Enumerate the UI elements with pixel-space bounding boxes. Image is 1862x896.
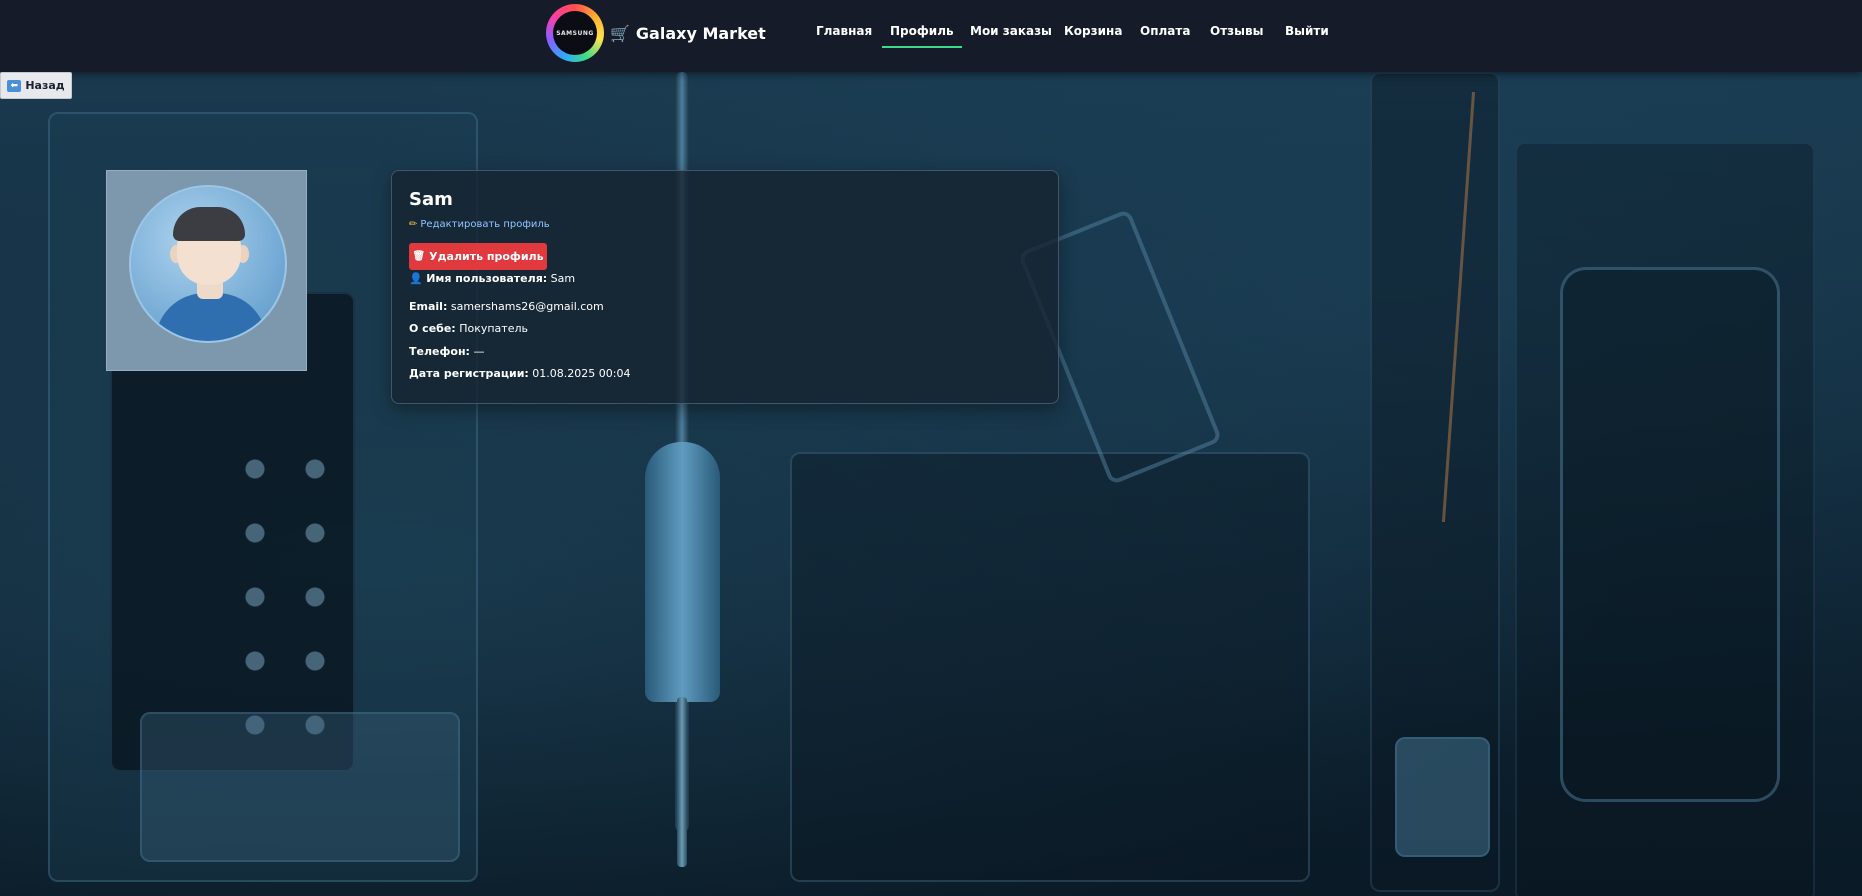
edit-profile-label: Редактировать профиль bbox=[420, 219, 550, 230]
user-icon: 👤 bbox=[409, 272, 423, 285]
about-value: Покупатель bbox=[459, 322, 528, 335]
pencil-icon: ✏ bbox=[409, 219, 418, 230]
profile-card: Sam ✏ Редактировать профиль 🗑 Удалить пр… bbox=[391, 170, 1059, 404]
trash-icon: 🗑 bbox=[412, 251, 426, 262]
top-navbar: SAMSUNG 🛒 Galaxy Market Главная Профиль … bbox=[0, 0, 1862, 72]
nav-item-payment[interactable]: Оплата bbox=[1140, 24, 1190, 38]
samsung-logo[interactable]: SAMSUNG bbox=[546, 4, 604, 62]
brand[interactable]: 🛒 Galaxy Market bbox=[610, 21, 766, 45]
delete-profile-label: Удалить профиль bbox=[429, 250, 544, 263]
avatar-hair bbox=[173, 207, 245, 241]
nav-item-profile[interactable]: Профиль bbox=[882, 24, 962, 48]
user-avatar-icon bbox=[129, 185, 287, 343]
cart-icon: 🛒 bbox=[610, 23, 630, 43]
bg-shape bbox=[790, 452, 1310, 882]
brand-name: Galaxy Market bbox=[635, 23, 766, 43]
delete-profile-button[interactable]: 🗑 Удалить профиль bbox=[409, 243, 547, 270]
nav-item-cart[interactable]: Корзина bbox=[1064, 24, 1122, 38]
nav-item-logout[interactable]: Выйти bbox=[1285, 24, 1329, 38]
bg-shape bbox=[645, 442, 720, 702]
back-button[interactable]: ⬅ Назад bbox=[0, 72, 72, 99]
phone-value: — bbox=[473, 345, 485, 358]
edit-profile-link[interactable]: ✏ Редактировать профиль bbox=[409, 219, 550, 230]
phone-row: Телефон: — bbox=[409, 345, 484, 358]
about-label: О себе: bbox=[409, 322, 456, 335]
email-label: Email: bbox=[409, 300, 448, 313]
email-row: Email: samershams26@gmail.com bbox=[409, 300, 604, 313]
bg-shape bbox=[1395, 737, 1490, 857]
bg-shape bbox=[1560, 267, 1780, 802]
username-label: Имя пользователя: bbox=[426, 272, 548, 285]
profile-name: Sam bbox=[409, 189, 453, 210]
back-arrow-icon: ⬅ bbox=[7, 79, 22, 92]
bg-shape bbox=[677, 697, 687, 867]
phone-label: Телефон: bbox=[409, 345, 470, 358]
avatar-body bbox=[155, 293, 267, 341]
username-row: 👤 Имя пользователя: Sam bbox=[409, 272, 575, 285]
bg-shape bbox=[140, 712, 460, 862]
nav-item-home[interactable]: Главная bbox=[816, 24, 872, 38]
bg-shape bbox=[225, 437, 335, 737]
registered-row: Дата регистрации: 01.08.2025 00:04 bbox=[409, 367, 630, 380]
about-row: О себе: Покупатель bbox=[409, 322, 528, 335]
logo-text: SAMSUNG bbox=[553, 11, 597, 55]
registered-value: 01.08.2025 00:04 bbox=[532, 367, 631, 380]
nav-item-reviews[interactable]: Отзывы bbox=[1210, 24, 1263, 38]
email-value: samershams26@gmail.com bbox=[450, 300, 604, 313]
registered-label: Дата регистрации: bbox=[409, 367, 529, 380]
back-button-label: Назад bbox=[25, 79, 65, 92]
avatar bbox=[106, 170, 307, 371]
nav-item-my-orders[interactable]: Мои заказы bbox=[970, 24, 1052, 38]
username-value: Sam bbox=[550, 272, 576, 285]
